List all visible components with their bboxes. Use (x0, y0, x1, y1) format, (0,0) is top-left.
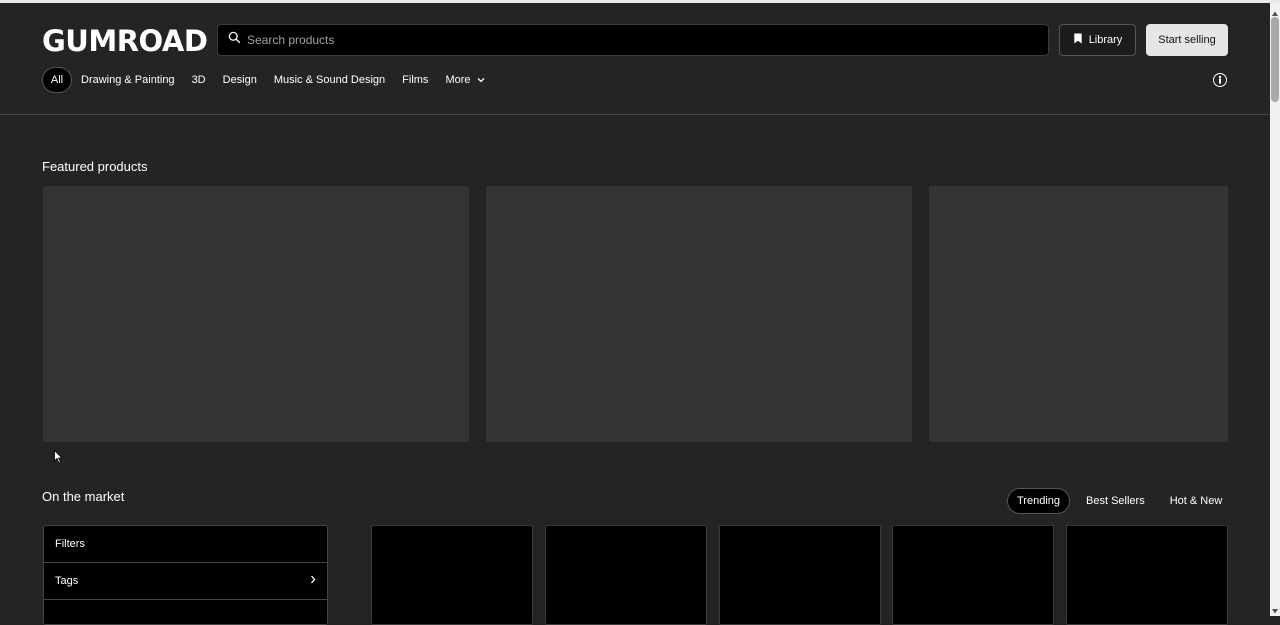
on-the-market-title: On the market (42, 489, 125, 504)
tab-best-sellers[interactable]: Best Sellers (1077, 488, 1154, 514)
vertical-scrollbar[interactable] (1270, 3, 1280, 616)
library-button[interactable]: Library (1059, 24, 1136, 56)
tab-hot-new[interactable]: Hot & New (1161, 488, 1232, 514)
nav-item-music-sound-design[interactable]: Music & Sound Design (274, 74, 385, 86)
tab-trending[interactable]: Trending (1007, 488, 1071, 514)
nav-item-design[interactable]: Design (223, 74, 257, 86)
nav-item-films[interactable]: Films (402, 74, 428, 86)
search-input[interactable] (247, 33, 1027, 47)
header: GUMROAD Library Start selling All Drawin… (0, 3, 1270, 115)
featured-product-card-2[interactable] (486, 186, 912, 442)
scroll-up-icon[interactable] (1271, 5, 1279, 16)
nav-item-drawing-painting[interactable]: Drawing & Painting (81, 74, 175, 86)
chevron-down-icon (477, 74, 485, 86)
scrollbar-thumb[interactable] (1271, 17, 1279, 102)
category-nav: All Drawing & Painting 3D Design Music &… (42, 67, 502, 93)
search-bar[interactable] (217, 24, 1049, 56)
start-selling-button[interactable]: Start selling (1146, 24, 1228, 56)
filters-title: Filters (55, 538, 85, 550)
product-card[interactable] (719, 525, 881, 625)
product-card[interactable] (371, 525, 533, 625)
page: GUMROAD Library Start selling All Drawin… (0, 3, 1270, 625)
more-label: More (445, 74, 471, 86)
filters-panel: Filters Tags (43, 525, 328, 625)
nav-item-all[interactable]: All (42, 67, 72, 93)
nav-item-3d[interactable]: 3D (192, 74, 206, 86)
accessibility-icon[interactable] (1213, 73, 1227, 87)
featured-products-title: Featured products (42, 159, 148, 174)
tags-label: Tags (55, 575, 79, 587)
featured-product-card-1[interactable] (43, 186, 469, 442)
library-label: Library (1088, 34, 1123, 46)
filters-header: Filters (44, 526, 327, 563)
sort-tabs: Trending Best Sellers Hot & New (1007, 488, 1238, 514)
scroll-down-icon[interactable] (1271, 602, 1279, 614)
product-card[interactable] (892, 525, 1054, 625)
gumroad-logo[interactable]: GUMROAD (42, 27, 208, 56)
product-card[interactable] (545, 525, 707, 625)
featured-product-card-3[interactable] (929, 186, 1228, 442)
tags-filter[interactable]: Tags (44, 563, 327, 600)
search-icon (228, 31, 241, 49)
nav-item-more[interactable]: More (445, 74, 484, 86)
mouse-cursor-icon (54, 449, 63, 469)
chevron-right-icon (310, 575, 316, 587)
bookmark-icon (1073, 33, 1083, 47)
product-card[interactable] (1066, 525, 1228, 625)
